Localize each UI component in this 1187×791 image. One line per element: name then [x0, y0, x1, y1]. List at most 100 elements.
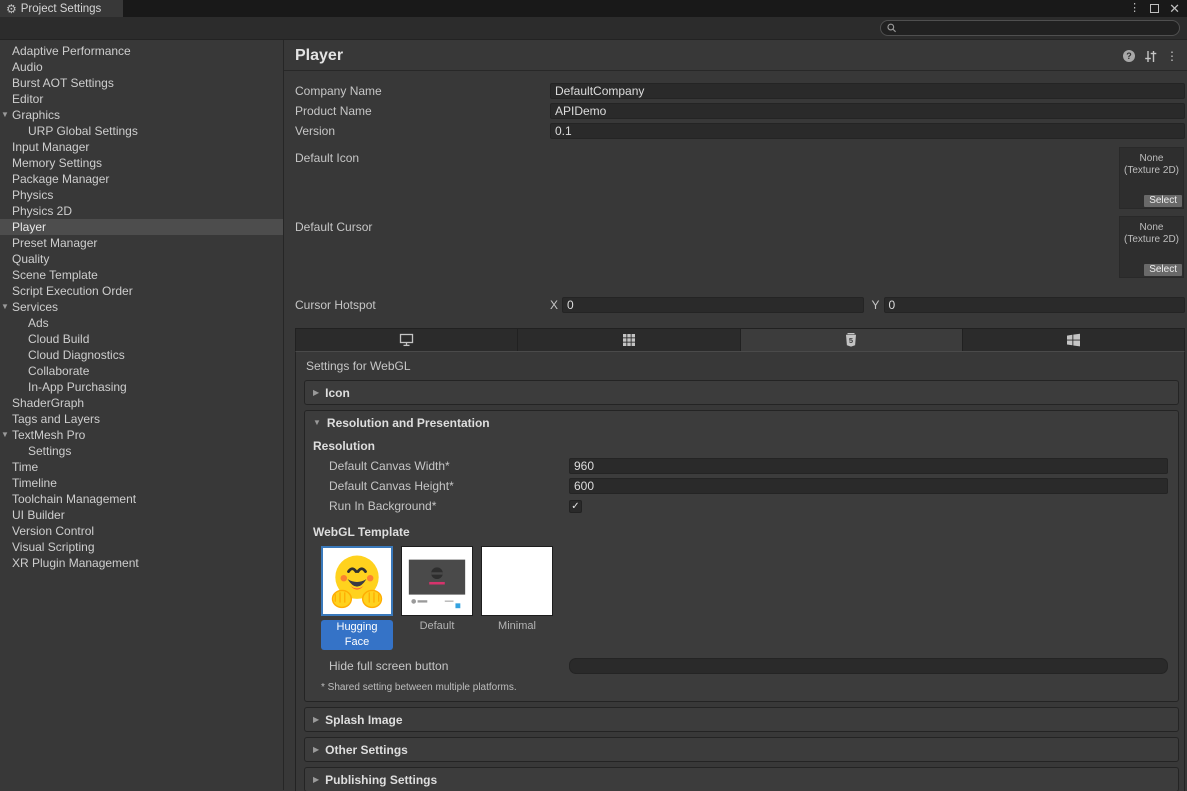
product-name-field[interactable]: APIDemo	[550, 103, 1185, 119]
server-icon	[622, 333, 636, 347]
default-icon-select-button[interactable]: Select	[1144, 195, 1182, 207]
gear-icon: ⚙	[6, 3, 17, 15]
sidebar-item-xr-plugin-management[interactable]: ▼ XR Plugin Management	[0, 555, 283, 571]
foldout-triangle-icon[interactable]: ▼	[1, 427, 9, 443]
sidebar-item-services[interactable]: ▼ Services	[0, 299, 283, 315]
sidebar-item-textmesh-pro[interactable]: ▼ TextMesh Pro	[0, 427, 283, 443]
webgl-template-header: WebGL Template	[313, 522, 1168, 542]
template-card-default[interactable]	[401, 546, 473, 616]
sidebar-item-memory-settings[interactable]: ▼ Memory Settings	[0, 155, 283, 171]
sidebar-item-urp-global-settings[interactable]: ▼ URP Global Settings	[0, 123, 283, 139]
sidebar-item-shadergraph[interactable]: ▼ ShaderGraph	[0, 395, 283, 411]
section-other-header[interactable]: ▶ Other Settings	[305, 738, 1178, 761]
sidebar-item-time[interactable]: ▼ Time	[0, 459, 283, 475]
sidebar-item-adaptive-performance[interactable]: ▼ Adaptive Performance	[0, 43, 283, 59]
default-icon-label: Default Icon	[295, 151, 359, 165]
template-card-minimal[interactable]	[481, 546, 553, 616]
sidebar-item-quality[interactable]: ▼ Quality	[0, 251, 283, 267]
default-icon-texture-well[interactable]: None (Texture 2D) Select	[1119, 147, 1184, 209]
sidebar-item-ui-builder[interactable]: ▼ UI Builder	[0, 507, 283, 523]
cursor-hotspot-row: Cursor Hotspot X 0 Y 0	[295, 295, 1185, 315]
template-label-minimal[interactable]: Minimal	[481, 620, 553, 650]
sidebar-item-package-manager[interactable]: ▼ Package Manager	[0, 171, 283, 187]
default-cursor-select-button[interactable]: Select	[1144, 264, 1182, 276]
platform-tab-webgl[interactable]: 5	[741, 329, 963, 351]
template-label-hugging-face[interactable]: Hugging Face	[321, 620, 393, 650]
context-menu-icon[interactable]: ⋮	[1166, 50, 1178, 62]
version-field[interactable]: 0.1	[550, 123, 1185, 139]
version-row: Version 0.1	[295, 121, 1185, 141]
sidebar-item-scene-template[interactable]: ▼ Scene Template	[0, 267, 283, 283]
sidebar-item-physics-2d[interactable]: ▼ Physics 2D	[0, 203, 283, 219]
template-label-default[interactable]: Default	[401, 620, 473, 650]
foldout-triangle-icon[interactable]: ▼	[1, 107, 9, 123]
section-splash-header[interactable]: ▶ Splash Image	[305, 708, 1178, 731]
window-menu-icon[interactable]: ⋮	[1129, 3, 1140, 14]
company-name-row: Company Name DefaultCompany	[295, 81, 1185, 101]
section-other-settings: ▶ Other Settings	[304, 737, 1179, 762]
close-icon[interactable]: ✕	[1169, 2, 1180, 15]
sidebar-item-visual-scripting[interactable]: ▼ Visual Scripting	[0, 539, 283, 555]
sidebar-item-physics[interactable]: ▼ Physics	[0, 187, 283, 203]
sidebar-item-player[interactable]: ▼ Player	[0, 219, 283, 235]
default-icon-none-line1: None	[1120, 153, 1183, 165]
default-cursor-label: Default Cursor	[295, 220, 372, 234]
run-in-background-label: Run In Background*	[313, 499, 569, 513]
maximize-icon[interactable]	[1150, 4, 1159, 13]
sidebar-item-toolchain-management[interactable]: ▼ Toolchain Management	[0, 491, 283, 507]
sidebar-item-ads[interactable]: ▼ Ads	[0, 315, 283, 331]
sidebar-item-script-execution-order[interactable]: ▼ Script Execution Order	[0, 283, 283, 299]
sidebar-item-audio[interactable]: ▼ Audio	[0, 59, 283, 75]
resolution-subheader: Resolution	[313, 436, 1168, 456]
sidebar-item-graphics[interactable]: ▼ Graphics	[0, 107, 283, 123]
hotspot-y-label: Y	[872, 298, 880, 312]
sidebar-item-preset-manager[interactable]: ▼ Preset Manager	[0, 235, 283, 251]
section-publishing-header[interactable]: ▶ Publishing Settings	[305, 768, 1178, 791]
section-resolution-header[interactable]: ▼ Resolution and Presentation	[305, 411, 1178, 434]
help-icon[interactable]: ?	[1123, 50, 1135, 62]
sidebar-item-tags-and-layers[interactable]: ▼ Tags and Layers	[0, 411, 283, 427]
collapsed-triangle-icon: ▶	[313, 715, 319, 724]
platform-tab-desktop[interactable]	[296, 329, 518, 351]
window-tab-project-settings[interactable]: ⚙ Project Settings	[0, 0, 123, 17]
section-publishing-title: Publishing Settings	[325, 773, 437, 787]
section-icon-header[interactable]: ▶ Icon	[305, 381, 1178, 404]
sidebar-item-in-app-purchasing[interactable]: ▼ In-App Purchasing	[0, 379, 283, 395]
sidebar-item-editor[interactable]: ▼ Editor	[0, 91, 283, 107]
platform-tab-windows-store[interactable]	[963, 329, 1184, 351]
sidebar-item-collaborate[interactable]: ▼ Collaborate	[0, 363, 283, 379]
canvas-height-field[interactable]: 600	[569, 478, 1168, 494]
collapsed-triangle-icon: ▶	[313, 388, 319, 397]
html5-icon: 5	[845, 333, 857, 348]
company-name-label: Company Name	[295, 84, 550, 98]
presets-icon[interactable]	[1144, 50, 1157, 63]
sidebar-item-version-control[interactable]: ▼ Version Control	[0, 523, 283, 539]
canvas-width-field[interactable]: 960	[569, 458, 1168, 474]
search-input[interactable]	[901, 22, 1173, 34]
sidebar-item-cloud-build[interactable]: ▼ Cloud Build	[0, 331, 283, 347]
platform-tab-dedicated-server[interactable]	[518, 329, 740, 351]
section-resolution-title: Resolution and Presentation	[327, 416, 490, 430]
sidebar-item-cloud-diagnostics[interactable]: ▼ Cloud Diagnostics	[0, 347, 283, 363]
canvas-width-row: Default Canvas Width* 960	[313, 456, 1168, 476]
section-splash-image: ▶ Splash Image	[304, 707, 1179, 732]
section-other-title: Other Settings	[325, 743, 408, 757]
version-label: Version	[295, 124, 550, 138]
hide-fullscreen-field[interactable]	[569, 658, 1168, 674]
template-card-hugging-face[interactable]	[321, 546, 393, 616]
hotspot-x-field[interactable]: 0	[562, 297, 863, 313]
run-in-background-checkbox[interactable]: ✓	[569, 500, 582, 513]
sidebar-item-burst-aot-settings[interactable]: ▼ Burst AOT Settings	[0, 75, 283, 91]
hotspot-y-field[interactable]: 0	[884, 297, 1185, 313]
search-box[interactable]	[880, 20, 1180, 36]
sidebar-item-input-manager[interactable]: ▼ Input Manager	[0, 139, 283, 155]
sidebar-item-settings[interactable]: ▼ Settings	[0, 443, 283, 459]
expanded-triangle-icon: ▼	[313, 418, 321, 427]
company-name-field[interactable]: DefaultCompany	[550, 83, 1185, 99]
player-settings-panel: Player ? ⋮ Company Name DefaultCompany P…	[284, 40, 1187, 790]
sidebar-item-timeline[interactable]: ▼ Timeline	[0, 475, 283, 491]
default-cursor-texture-well[interactable]: None (Texture 2D) Select	[1119, 216, 1184, 278]
foldout-triangle-icon[interactable]: ▼	[1, 299, 9, 315]
product-name-row: Product Name APIDemo	[295, 101, 1185, 121]
windows-icon	[1066, 333, 1081, 347]
